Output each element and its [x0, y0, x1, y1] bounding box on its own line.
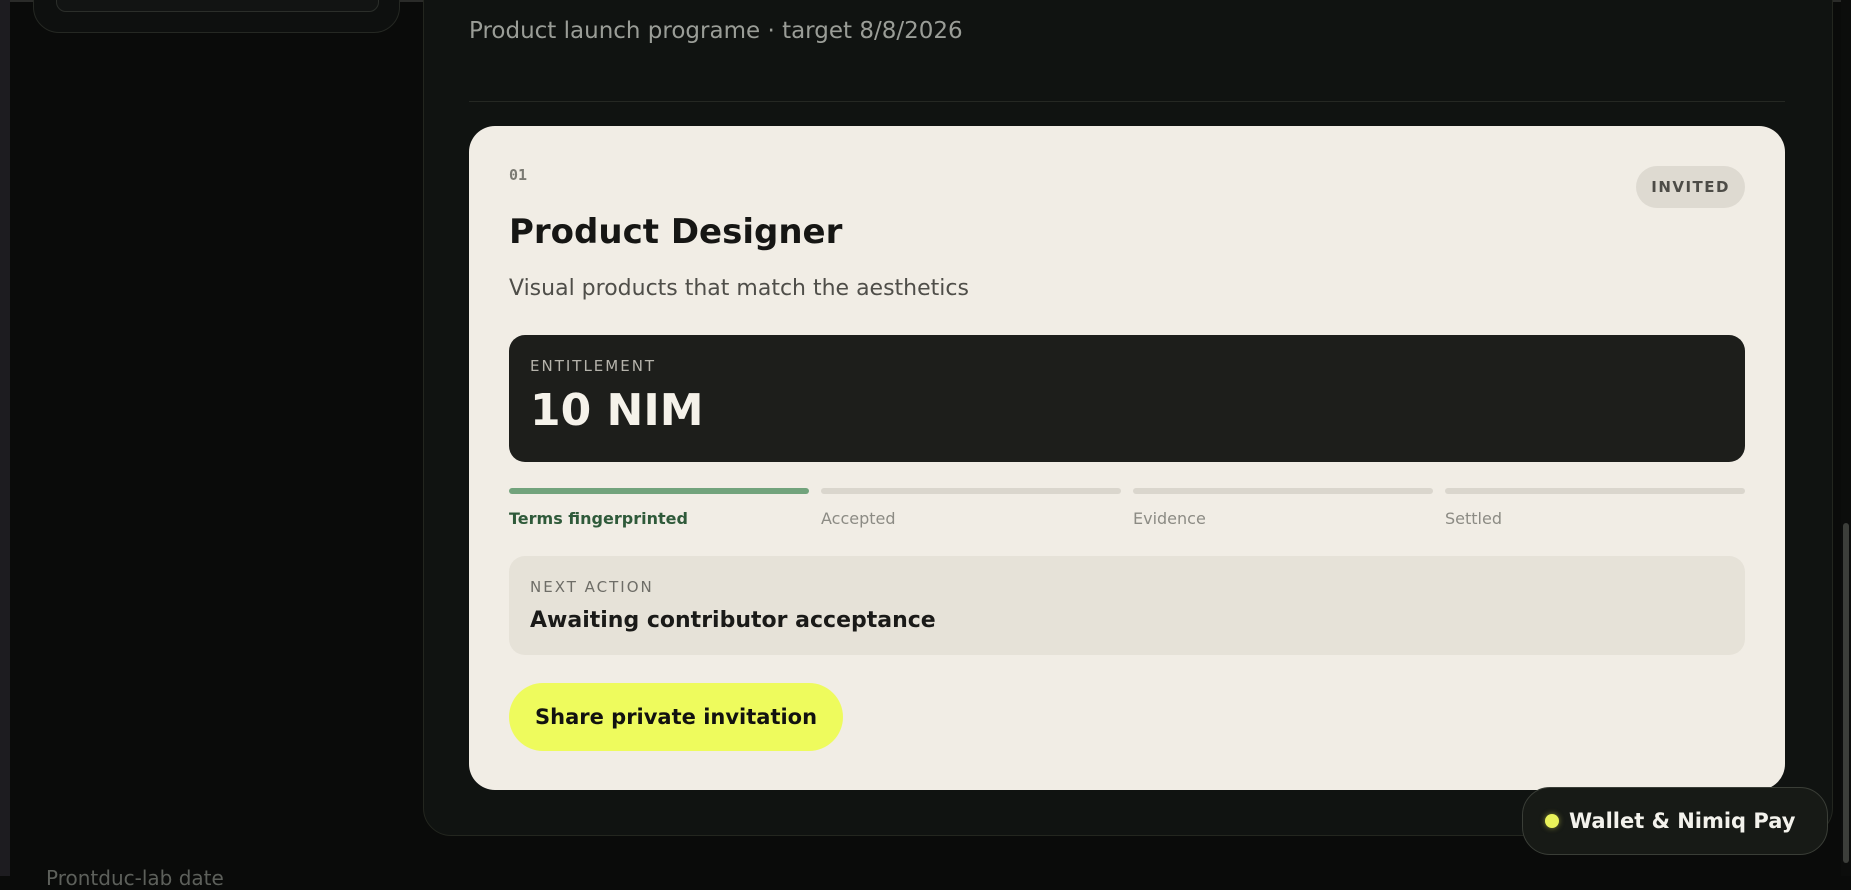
- step-label: Evidence: [1133, 509, 1206, 528]
- share-invitation-button[interactable]: Share private invitation: [509, 683, 844, 751]
- status-badge: INVITED: [1636, 166, 1745, 208]
- entitlement-box: ENTITLEMENT 10 NIM: [509, 335, 1745, 462]
- status-dot-icon: [1545, 814, 1559, 828]
- next-action-box: NEXT ACTION Awaiting contributor accepta…: [509, 556, 1745, 655]
- role-index: 01: [509, 166, 528, 184]
- step-terms-fingerprinted: Terms fingerprinted: [509, 488, 809, 538]
- sidebar-footer-text: Prontduc-lab date: [46, 866, 224, 890]
- sidebar-input[interactable]: [56, 0, 379, 12]
- divider: [469, 101, 1785, 102]
- sidebar-card: [33, 0, 400, 33]
- role-card: 01 INVITED Product Designer Visual produ…: [469, 126, 1785, 790]
- step-label: Terms fingerprinted: [509, 509, 688, 528]
- next-action-label: NEXT ACTION: [530, 578, 654, 596]
- wallet-button[interactable]: Wallet & Nimiq Pay: [1522, 787, 1828, 855]
- step-bar: [509, 488, 809, 494]
- step-bar: [1133, 488, 1433, 494]
- role-title: Product Designer: [509, 212, 843, 252]
- step-evidence: Evidence: [1133, 488, 1433, 538]
- progress-steps: Terms fingerprinted Accepted Evidence Se…: [509, 488, 1745, 538]
- entitlement-label: ENTITLEMENT: [530, 357, 657, 375]
- role-description: Visual products that match the aesthetic…: [509, 276, 969, 301]
- next-action-value: Awaiting contributor acceptance: [530, 608, 936, 633]
- step-settled: Settled: [1445, 488, 1745, 538]
- programme-subtitle: Product launch programe · target 8/8/202…: [469, 18, 963, 44]
- step-accepted: Accepted: [821, 488, 1121, 538]
- window-edge: [0, 0, 10, 876]
- step-label: Accepted: [821, 509, 896, 528]
- step-bar: [1445, 488, 1745, 494]
- entitlement-value: 10 NIM: [530, 385, 704, 436]
- scrollbar-thumb[interactable]: [1843, 523, 1849, 863]
- step-bar: [821, 488, 1121, 494]
- wallet-label: Wallet & Nimiq Pay: [1569, 809, 1796, 833]
- step-label: Settled: [1445, 509, 1502, 528]
